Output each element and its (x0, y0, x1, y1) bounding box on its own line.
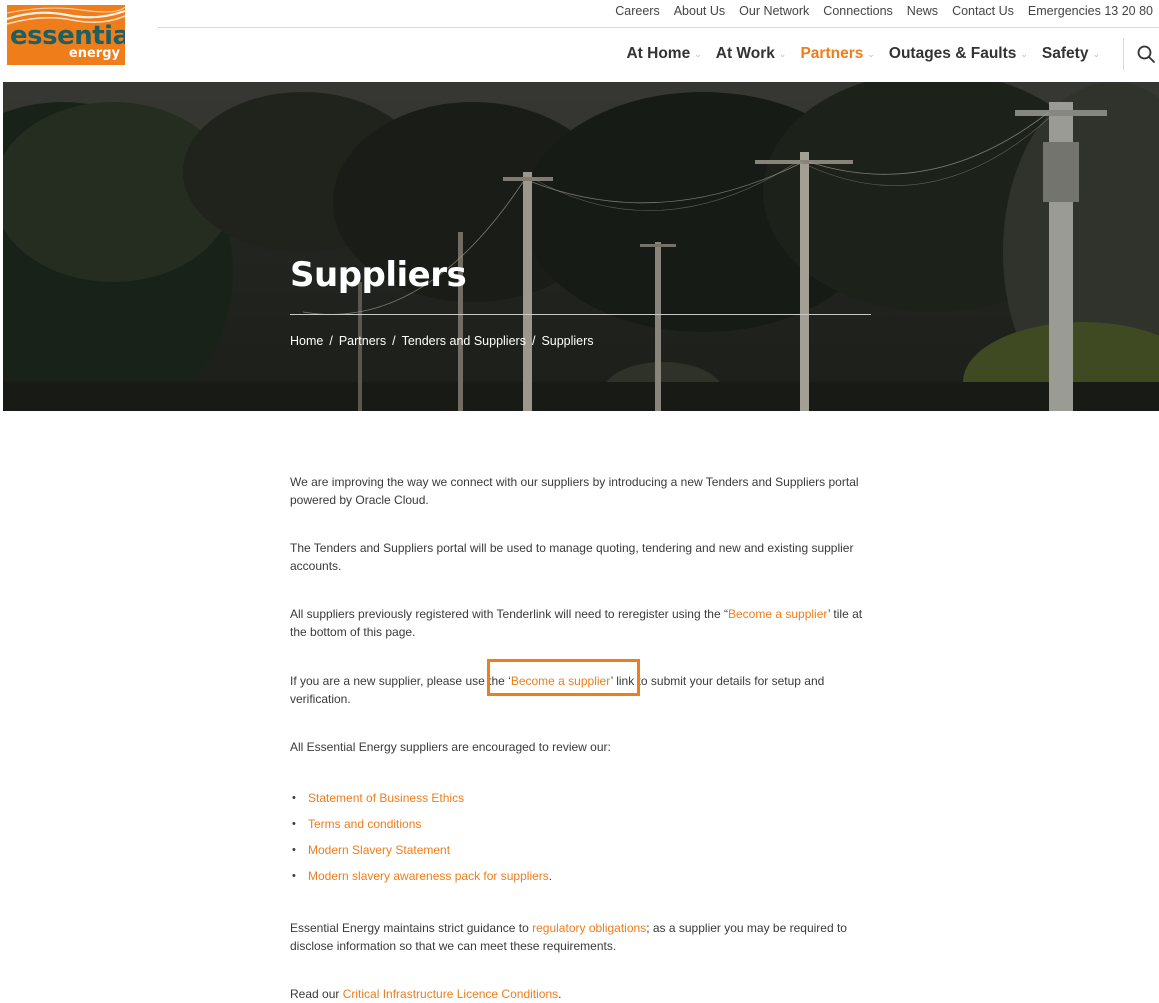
chevron-down-icon: ⌄ (694, 49, 702, 59)
nav-item-label: Safety (1041, 45, 1089, 62)
header-divider (158, 27, 1159, 28)
logo-word-energy: energy (68, 46, 120, 61)
policy-links-list: Statement of Business Ethics Terms and c… (290, 789, 552, 893)
terms-and-conditions-link[interactable]: Terms and conditions (308, 817, 421, 831)
breadcrumb-tenders-and-suppliers[interactable]: Tenders and Suppliers (402, 333, 526, 349)
main-nav: At Home ⌄ At Work ⌄ Partners ⌄ Outages &… (626, 44, 1100, 64)
new-supplier-paragraph: If you are a new supplier, please use th… (290, 672, 870, 708)
become-a-supplier-link[interactable]: Become a supplier (728, 607, 828, 621)
list-item: Statement of Business Ethics (290, 789, 552, 815)
breadcrumb-current: Suppliers (541, 334, 594, 348)
nav-item-partners[interactable]: Partners ⌄ (800, 44, 874, 64)
util-link-news[interactable]: News (907, 3, 938, 19)
list-item: Terms and conditions (290, 815, 552, 841)
util-link-careers[interactable]: Careers (615, 3, 659, 19)
nav-item-at-work[interactable]: At Work ⌄ (716, 44, 787, 64)
breadcrumb: Home / Partners / Tenders and Suppliers … (290, 333, 594, 349)
list-item: Modern Slavery Statement (290, 841, 552, 867)
util-link-contact-us[interactable]: Contact Us (952, 3, 1014, 19)
chevron-down-icon: ⌄ (867, 49, 875, 59)
paragraph-text: All suppliers previously registered with… (290, 607, 728, 621)
util-link-connections[interactable]: Connections (823, 3, 893, 19)
essential-energy-logo[interactable]: essential energy (7, 5, 125, 65)
nav-item-label: At Work (715, 45, 775, 62)
portal-paragraph: The Tenders and Suppliers portal will be… (290, 541, 854, 573)
util-link-emergencies[interactable]: Emergencies 13 20 80 (1028, 3, 1153, 19)
site-header: essential energy Careers About Us Our Ne… (0, 0, 1159, 82)
intro-paragraph: We are improving the way we connect with… (290, 475, 859, 507)
paragraph-text: If you are a new supplier, please use th… (290, 674, 511, 688)
search-icon[interactable] (1136, 44, 1156, 64)
paragraph-text: . (558, 987, 562, 1001)
regulatory-obligations-link[interactable]: regulatory obligations (532, 921, 646, 935)
nav-item-outages-faults[interactable]: Outages & Faults ⌄ (889, 44, 1028, 64)
page-title: Suppliers (290, 255, 467, 295)
regulatory-paragraph: Essential Energy maintains strict guidan… (290, 919, 870, 955)
hero-background-image (3, 82, 1159, 411)
statement-of-business-ethics-link[interactable]: Statement of Business Ethics (308, 791, 464, 805)
breadcrumb-separator: / (531, 334, 536, 348)
paragraph-text: Essential Energy maintains strict guidan… (290, 921, 533, 935)
nav-item-safety[interactable]: Safety ⌄ (1042, 44, 1100, 64)
critical-infrastructure-licence-link[interactable]: Critical Infrastructure Licence Conditio… (343, 987, 558, 1001)
paragraph-text: Read our (290, 987, 343, 1001)
nav-item-label: Outages & Faults (888, 45, 1017, 62)
become-a-supplier-link[interactable]: Become a supplier (511, 674, 611, 688)
util-link-our-network[interactable]: Our Network (739, 3, 809, 19)
nav-item-at-home[interactable]: At Home ⌄ (626, 44, 701, 64)
breadcrumb-partners[interactable]: Partners (339, 333, 386, 349)
tenderlink-paragraph: All suppliers previously registered with… (290, 605, 870, 641)
hero-divider (290, 314, 871, 315)
chevron-down-icon: ⌄ (1092, 49, 1100, 59)
review-paragraph: All Essential Energy suppliers are encou… (290, 740, 611, 754)
breadcrumb-separator: / (329, 334, 333, 348)
util-link-about-us[interactable]: About Us (674, 3, 725, 19)
chevron-down-icon: ⌄ (1020, 49, 1028, 59)
utility-nav: Careers About Us Our Network Connections… (615, 3, 1153, 19)
modern-slavery-statement-link[interactable]: Modern Slavery Statement (308, 843, 450, 857)
hero-banner: Suppliers Home / Partners / Tenders and … (3, 82, 1159, 411)
list-item: Modern slavery awareness pack for suppli… (290, 867, 552, 893)
licence-paragraph: Read our Critical Infrastructure Licence… (290, 985, 561, 1003)
breadcrumb-separator: / (392, 334, 396, 348)
nav-item-label: Partners (800, 45, 864, 62)
list-item-suffix: . (548, 869, 553, 883)
breadcrumb-home[interactable]: Home (290, 333, 323, 349)
modern-slavery-awareness-pack-link[interactable]: Modern slavery awareness pack for suppli… (308, 869, 549, 883)
nav-item-label: At Home (626, 45, 691, 62)
chevron-down-icon: ⌄ (778, 49, 787, 59)
nav-divider (1123, 38, 1124, 70)
